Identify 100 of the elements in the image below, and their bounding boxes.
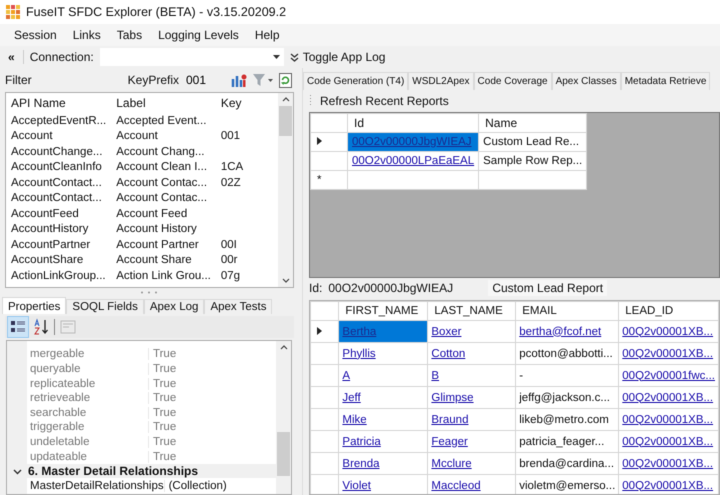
- scroll-up-icon[interactable]: [282, 97, 290, 102]
- tab[interactable]: Properties: [2, 297, 66, 314]
- property-name[interactable]: replicateable: [27, 378, 149, 390]
- label-cell[interactable]: Account: [111, 128, 216, 144]
- refresh-recent-reports-button[interactable]: Refresh Recent Reports: [320, 94, 449, 108]
- filter-icon[interactable]: [252, 73, 274, 87]
- column-header[interactable]: API Name: [6, 93, 112, 113]
- property-name[interactable]: searchable: [27, 406, 149, 419]
- scrollbar-thumb[interactable]: [279, 106, 292, 136]
- api-name-cell[interactable]: AccountShare: [6, 252, 112, 268]
- label-cell[interactable]: Account History: [111, 222, 216, 237]
- scrollbar[interactable]: [276, 341, 291, 494]
- menu-item[interactable]: Session: [6, 26, 65, 44]
- label-cell[interactable]: Account Contac...: [111, 175, 216, 190]
- recent-reports-grid[interactable]: Id Name 00O2v00000JbgWIEAJ Custom Lead Re... 00O2v00000LPaEaEAL Sample Row Rep... *: [309, 112, 720, 278]
- collapse-button[interactable]: «: [6, 50, 17, 64]
- property-value[interactable]: (Collection): [164, 480, 227, 492]
- key-cell[interactable]: 00r: [220, 254, 238, 266]
- property-name[interactable]: undeletable: [27, 436, 149, 448]
- menu-item[interactable]: Links: [64, 26, 109, 44]
- key-cell[interactable]: 02Z: [220, 176, 241, 189]
- label-cell[interactable]: Account Contac...: [111, 190, 216, 206]
- label-cell[interactable]: Account Chang...: [111, 144, 216, 160]
- key-cell[interactable]: 00I: [220, 238, 237, 251]
- property-name[interactable]: retrieveable: [27, 392, 149, 404]
- menu-item[interactable]: Logging Levels: [150, 26, 247, 44]
- property-value[interactable]: True: [149, 392, 176, 404]
- api-name-cell[interactable]: AccountHistory: [6, 222, 112, 237]
- cell-link[interactable]: B: [431, 370, 440, 382]
- tab[interactable]: Apex Log: [144, 299, 204, 314]
- cell-link[interactable]: Mike: [342, 414, 367, 426]
- api-name-cell[interactable]: AcceptedEventR...: [6, 113, 112, 128]
- scrollbar-thumb[interactable]: [277, 432, 290, 476]
- api-name-cell[interactable]: AccountPartner: [6, 237, 112, 252]
- label-cell[interactable]: Account Feed: [111, 206, 216, 222]
- property-grid[interactable]: [6, 340, 292, 495]
- property-value[interactable]: True: [149, 421, 176, 434]
- column-header[interactable]: Label: [111, 93, 216, 113]
- property-value[interactable]: True: [149, 450, 176, 463]
- chevron-icon[interactable]: [13, 466, 22, 476]
- key-cell[interactable]: 07g: [220, 270, 240, 282]
- label-cell[interactable]: Accepted Event...: [111, 113, 216, 128]
- tab[interactable]: WSDL2Apex: [408, 72, 474, 90]
- refresh-icon[interactable]: [279, 72, 292, 88]
- column-header[interactable]: Id: [348, 114, 479, 132]
- tab[interactable]: Apex Classes: [552, 72, 621, 90]
- label-cell[interactable]: Action Link Grou...: [111, 268, 216, 284]
- report-name-cell[interactable]: Custom Lead Re...: [478, 132, 587, 152]
- label-cell[interactable]: Account Partner: [111, 237, 216, 252]
- api-name-cell[interactable]: AccountContact...: [6, 175, 112, 190]
- property-value[interactable]: True: [149, 378, 176, 390]
- cell-link[interactable]: Violet: [342, 480, 371, 492]
- column-header[interactable]: LAST_NAME: [428, 302, 516, 320]
- property-name[interactable]: MasterDetailRelationships: [27, 480, 165, 492]
- table-cell: -: [519, 370, 524, 382]
- splitter-grip-icon[interactable]: [140, 290, 158, 294]
- property-name[interactable]: updateable: [27, 450, 149, 463]
- report-data-grid[interactable]: [309, 300, 720, 495]
- scroll-down-icon[interactable]: [282, 278, 290, 283]
- api-name-cell[interactable]: AccountFeed: [6, 206, 112, 222]
- property-value[interactable]: True: [149, 436, 176, 448]
- api-name-cell[interactable]: AccountChange...: [6, 144, 112, 160]
- column-header[interactable]: LEAD_ID: [618, 302, 718, 320]
- toggle-app-log-button[interactable]: Toggle App Log: [290, 50, 386, 64]
- column-header[interactable]: Name: [478, 114, 587, 132]
- property-name[interactable]: mergeable: [27, 348, 149, 360]
- tab[interactable]: Code Coverage: [474, 72, 552, 90]
- tab[interactable]: SOQL Fields: [66, 299, 144, 314]
- report-name-cell[interactable]: Sample Row Rep...: [478, 152, 587, 170]
- scroll-up-icon[interactable]: [280, 345, 288, 350]
- key-cell[interactable]: 1CA: [220, 161, 244, 174]
- api-name-cell[interactable]: AccountCleanInfo: [6, 160, 112, 175]
- property-name[interactable]: queryable: [27, 362, 149, 375]
- categorized-view-icon[interactable]: [8, 317, 28, 337]
- column-header[interactable]: EMAIL: [516, 302, 619, 320]
- tab[interactable]: Code Generation (T4): [303, 72, 408, 90]
- scrollbar[interactable]: [278, 93, 293, 287]
- row-header[interactable]: [310, 132, 348, 152]
- label-cell[interactable]: Account Clean I...: [111, 160, 216, 175]
- property-value[interactable]: True: [149, 406, 176, 419]
- column-header[interactable]: FIRST_NAME: [338, 302, 428, 320]
- column-header[interactable]: Key: [216, 93, 266, 113]
- menu-item[interactable]: Tabs: [108, 26, 150, 44]
- label-cell[interactable]: Account Share: [111, 252, 216, 268]
- sort-alphabetical-icon[interactable]: [31, 317, 51, 337]
- property-value[interactable]: True: [149, 362, 176, 375]
- tab[interactable]: Metadata Retrieve: [620, 72, 710, 90]
- tab[interactable]: Apex Tests: [204, 299, 272, 314]
- cell-link[interactable]: Jeff: [342, 392, 361, 404]
- report-id: 00O2v00000JbgWIEAJ: [328, 281, 454, 295]
- cell-link[interactable]: Boxer: [431, 326, 462, 338]
- cell-link[interactable]: A: [342, 370, 350, 382]
- api-name-cell[interactable]: Account: [6, 128, 112, 144]
- key-cell[interactable]: 001: [220, 130, 240, 142]
- api-name-cell[interactable]: AccountContact...: [6, 190, 112, 206]
- property-value[interactable]: True: [149, 348, 176, 360]
- menu-item[interactable]: Help: [246, 26, 288, 44]
- object-list[interactable]: [5, 92, 294, 288]
- property-name[interactable]: triggerable: [27, 421, 149, 434]
- api-name-cell[interactable]: ActionLinkGroup...: [6, 268, 112, 284]
